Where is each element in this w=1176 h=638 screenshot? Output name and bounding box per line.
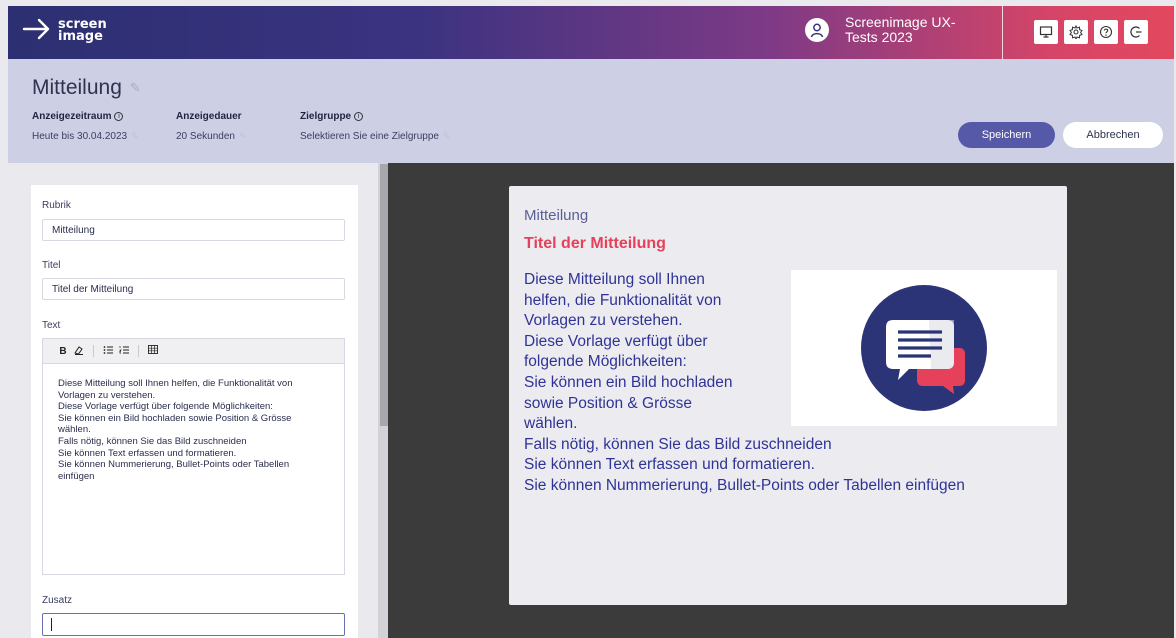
- monitor-icon: [1039, 26, 1053, 38]
- logo-line-2: image: [58, 29, 103, 44]
- preview-card: Mitteilung Titel der Mitteilung Diese Mi…: [509, 186, 1067, 605]
- editor-form: Rubrik Mitteilung Titel Titel der Mittei…: [31, 185, 358, 638]
- text-line: Sie können Text erfassen und formatieren…: [58, 447, 237, 459]
- page-title: Mitteilung ✎: [32, 76, 141, 100]
- monitor-button[interactable]: [1034, 20, 1058, 44]
- help-icon: [1099, 25, 1113, 39]
- meta-value[interactable]: Heute bis 30.04.2023 ✎: [32, 131, 139, 142]
- meta-label: Anzeigedauer: [176, 111, 247, 122]
- preview-line: wählen.: [524, 415, 578, 433]
- help-button[interactable]: [1094, 20, 1118, 44]
- numbered-list-icon: [118, 345, 129, 354]
- table-icon: [148, 345, 158, 354]
- page-title-text: Mitteilung: [32, 76, 122, 99]
- edit-icon[interactable]: ✎: [131, 131, 139, 142]
- zusatz-input[interactable]: [42, 613, 345, 636]
- text-line: Diese Mitteilung soll Ihnen helfen, die …: [58, 378, 293, 389]
- toolbar-buttons: [1034, 20, 1148, 44]
- preview-body: Diese Mitteilung soll Ihnen helfen, die …: [524, 270, 1054, 497]
- preview-line: Falls nötig, können Sie das Bild zuschne…: [524, 435, 832, 453]
- preview-line: helfen, die Funktionalität von: [524, 291, 722, 309]
- user-icon: [805, 18, 829, 42]
- meta-value-text: Heute bis 30.04.2023: [32, 131, 128, 142]
- meta-label-text: Anzeigezeitraum: [32, 111, 112, 122]
- rubrik-label: Rubrik: [42, 200, 71, 211]
- meta-value-text: Selektieren Sie eine Zielgruppe: [300, 131, 439, 142]
- text-label: Text: [42, 320, 61, 331]
- meta-label: Zielgruppe i: [300, 111, 451, 122]
- user-name: Screenimage UX-Tests 2023: [845, 14, 956, 45]
- info-icon[interactable]: i: [354, 112, 364, 121]
- preview-line: sowie Position & Grösse: [524, 394, 692, 412]
- text-line: einfügen: [58, 470, 95, 482]
- meta-value[interactable]: 20 Sekunden ✎: [176, 131, 247, 142]
- save-button[interactable]: Speichern: [958, 122, 1055, 148]
- info-icon[interactable]: i: [114, 112, 124, 121]
- user-menu[interactable]: Screenimage UX-Tests 2023: [805, 15, 975, 45]
- preview-title: Titel der Mitteilung: [524, 235, 666, 252]
- text-line: Diese Vorlage verfügt über folgende Mögl…: [58, 401, 273, 413]
- text-line: Falls nötig, können Sie das Bild zuschne…: [58, 435, 247, 447]
- rubrik-input[interactable]: Mitteilung: [42, 219, 345, 241]
- titel-input[interactable]: Titel der Mitteilung: [42, 278, 345, 300]
- arrow-right-icon: [22, 18, 50, 40]
- numbered-list-button[interactable]: [116, 345, 132, 358]
- scrollbar-thumb[interactable]: [380, 164, 388, 426]
- preview-line: folgende Möglichkeiten:: [524, 353, 687, 371]
- text-line: Vorlagen zu verstehen.: [58, 389, 156, 401]
- preview-line: Diese Vorlage verfügt über: [524, 332, 708, 350]
- gear-icon: [1069, 25, 1083, 39]
- meta-label-text: Anzeigedauer: [176, 111, 242, 122]
- meta-value-text: 20 Sekunden: [176, 131, 235, 142]
- text-line: wählen.: [58, 424, 91, 436]
- bullet-list-icon: [103, 345, 113, 354]
- text-caret: [51, 618, 52, 631]
- rte-content[interactable]: Diese Mitteilung soll Ihnen helfen, die …: [43, 364, 344, 482]
- eraser-button[interactable]: [71, 345, 87, 358]
- preview-line: Vorlagen zu verstehen.: [524, 312, 683, 330]
- text-line: Sie können ein Bild hochladen sowie Posi…: [58, 412, 292, 424]
- preview-line: Diese Mitteilung soll Ihnen: [524, 271, 705, 288]
- eraser-icon: [74, 345, 83, 355]
- meta-zielgruppe: Zielgruppe i Selektieren Sie eine Zielgr…: [300, 111, 451, 142]
- edit-icon[interactable]: ✎: [443, 131, 451, 142]
- meta-label: Anzeigezeitraum i: [32, 111, 139, 122]
- preview-line: Sie können ein Bild hochladen: [524, 373, 733, 391]
- logo-text: screen image: [58, 18, 107, 44]
- titel-label: Titel: [42, 260, 61, 271]
- bold-button[interactable]: B: [55, 346, 71, 357]
- divider: [1002, 6, 1003, 59]
- preview-line: Sie können Nummerierung, Bullet-Points o…: [524, 476, 965, 494]
- cancel-button[interactable]: Abbrechen: [1063, 122, 1163, 148]
- toolbar-separator: [93, 345, 94, 357]
- edit-title-icon[interactable]: ✎: [130, 80, 141, 96]
- text-line: Sie können Nummerierung, Bullet-Points o…: [58, 459, 290, 471]
- bullet-list-button[interactable]: [100, 345, 116, 358]
- rich-text-editor[interactable]: B Diese Mitteilung soll Ihnen helfen, di…: [42, 338, 345, 575]
- table-button[interactable]: [145, 345, 161, 357]
- toolbar-separator: [138, 345, 139, 357]
- meta-anzeigezeitraum: Anzeigezeitraum i Heute bis 30.04.2023 ✎: [32, 111, 139, 142]
- meta-anzeigedauer: Anzeigedauer 20 Sekunden ✎: [176, 111, 247, 142]
- meta-value[interactable]: Selektieren Sie eine Zielgruppe ✎: [300, 131, 451, 142]
- meta-label-text: Zielgruppe: [300, 111, 352, 122]
- zusatz-label: Zusatz: [42, 595, 73, 606]
- preview-rubrik: Mitteilung: [524, 207, 589, 224]
- logout-icon: [1130, 26, 1142, 38]
- logo[interactable]: screen image: [22, 15, 107, 43]
- preview-line: Sie können Text erfassen und formatieren…: [524, 456, 815, 474]
- page-header: Mitteilung ✎ Anzeigezeitraum i Heute bis…: [8, 59, 1174, 163]
- edit-icon[interactable]: ✎: [239, 131, 247, 142]
- top-bar: screen image Screenimage UX-Tests 2023: [8, 6, 1174, 59]
- settings-button[interactable]: [1064, 20, 1088, 44]
- logout-button[interactable]: [1124, 20, 1148, 44]
- rte-toolbar: B: [43, 339, 344, 364]
